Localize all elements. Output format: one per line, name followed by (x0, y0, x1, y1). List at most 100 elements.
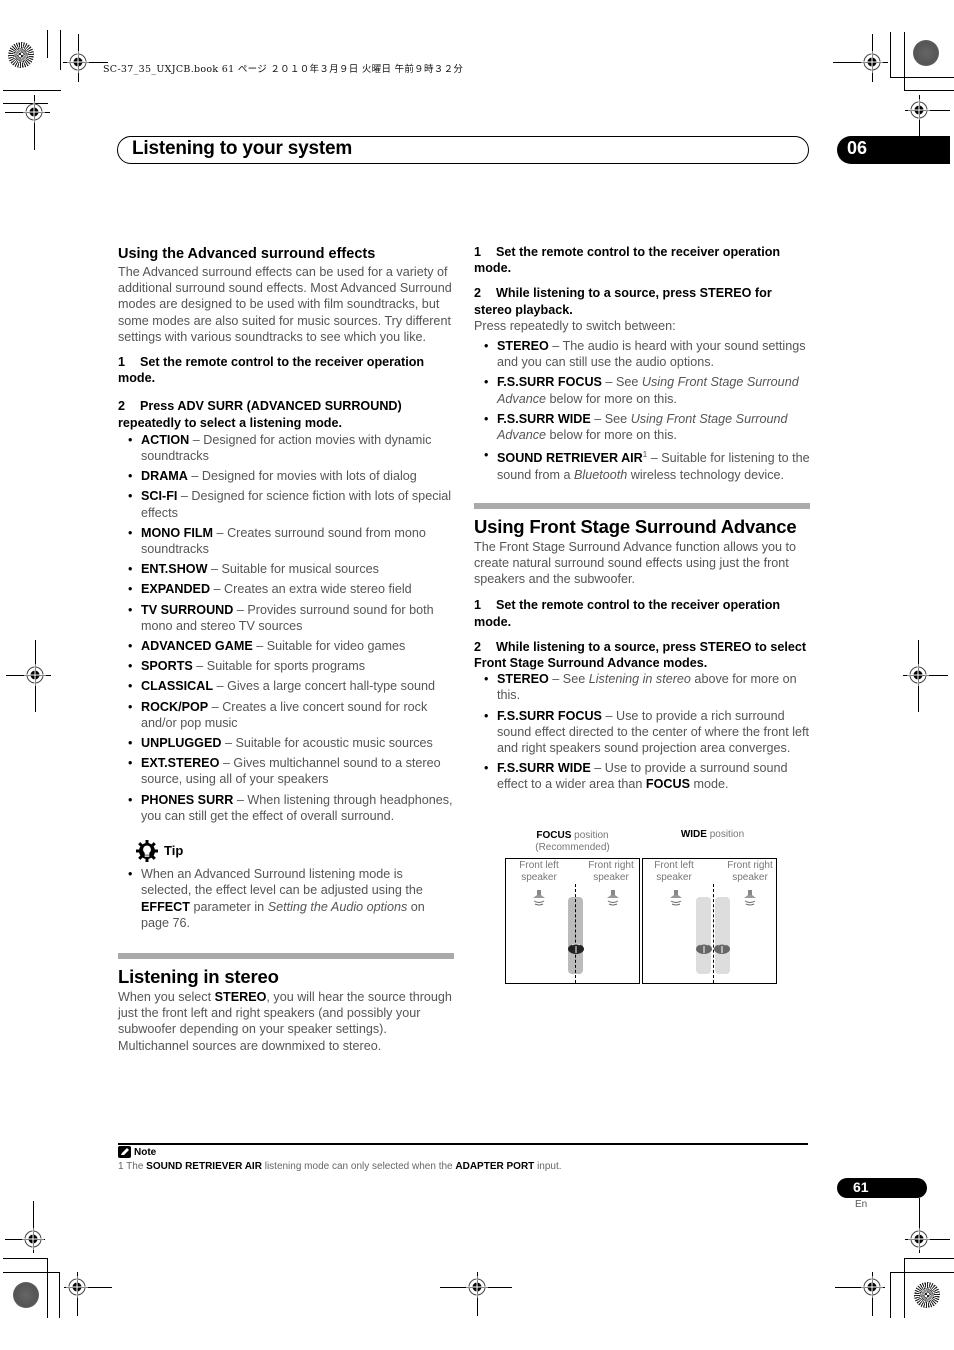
list-item: EXPANDED – Creates an extra wide stereo … (128, 581, 454, 597)
listener-head-icon (696, 943, 712, 954)
center-line (713, 884, 714, 983)
listener-head-icon (568, 943, 584, 954)
front-stage-surround-heading: Using Front Stage Surround Advance (474, 515, 797, 537)
crop-line (919, 1198, 920, 1218)
front-right-label: Front right speaker (588, 860, 634, 883)
list-item: TV SURROUND – Provides surround sound fo… (128, 602, 454, 634)
advanced-surround-intro: The Advanced surround effects can be use… (118, 265, 452, 344)
list-item: UNPLUGGED – Suitable for acoustic music … (128, 735, 454, 751)
tip-header: Tip (136, 840, 454, 863)
crop-line (47, 1258, 48, 1318)
registration-starburst (914, 1282, 940, 1308)
sound-field-bar (696, 897, 711, 974)
crop-line (3, 1258, 48, 1259)
speaker-icon (607, 890, 619, 906)
lightbulb-icon (136, 840, 158, 863)
list-item: SOUND RETRIEVER AIR1 – Suitable for list… (484, 447, 810, 483)
left-column: Using the Advanced surround effects The … (118, 244, 454, 1054)
list-item: ROCK/POP – Creates a live concert sound … (128, 699, 454, 731)
listener-head-icon (714, 943, 730, 954)
crop-line (3, 90, 61, 91)
section-divider (118, 952, 454, 959)
crop-line (890, 77, 954, 78)
fssa-mode-list: STEREO – See Listening in stereo above f… (474, 671, 810, 792)
crop-line (904, 32, 905, 90)
list-item: ADVANCED GAME – Suitable for video games (128, 638, 454, 654)
page-number: 61 (853, 1179, 869, 1195)
registration-mark (861, 1276, 883, 1298)
registration-mark (22, 1228, 44, 1250)
registration-mark (66, 1276, 88, 1298)
pencil-note-icon (118, 1146, 131, 1158)
crop-line (904, 90, 954, 91)
crop-line (890, 32, 891, 77)
footnote-text: 1 The SOUND RETRIEVER AIR listening mode… (118, 1161, 562, 1172)
crop-line (904, 1258, 905, 1318)
language-code: En (855, 1199, 868, 1210)
registration-mark (861, 51, 883, 73)
wide-caption: WIDE position (680, 829, 745, 840)
sound-field-bar (715, 897, 730, 974)
front-left-label: Front left speaker (519, 860, 559, 883)
step-1: 1 Set the remote control to the receiver … (118, 355, 425, 386)
crop-line (904, 1258, 954, 1259)
listening-in-stereo-text: When you select STEREO, you will hear th… (118, 989, 452, 1053)
cross-reference-link[interactable]: Listening in stereo (589, 672, 691, 686)
tip-item: When an Advanced Surround listening mode… (128, 866, 454, 931)
step-2: 2 While listening to a source, press STER… (474, 286, 772, 317)
registration-starburst (8, 42, 34, 68)
registration-mark (67, 51, 89, 73)
right-column: 1 Set the remote control to the receiver … (474, 244, 810, 793)
listening-in-stereo-heading: Listening in stereo (118, 965, 279, 987)
page-number-tab: 61 (837, 1178, 927, 1198)
step-1: 1 Set the remote control to the receiver … (474, 245, 781, 276)
step-1: 1 Set the remote control to the receiver … (474, 598, 781, 629)
step-2: 2 Press ADV SURR (ADVANCED SURROUND) repe… (118, 399, 402, 430)
chapter-number: 06 (847, 138, 868, 158)
front-right-label: Front right speaker (727, 860, 773, 883)
crop-line (47, 30, 48, 58)
advanced-surround-heading: Using the Advanced surround effects (118, 246, 376, 262)
list-item: STEREO – See Listening in stereo above f… (484, 671, 810, 703)
list-item: F.S.SURR WIDE – See Using Front Stage Su… (484, 411, 810, 443)
registration-mark (24, 664, 46, 686)
registration-starburst (913, 40, 939, 66)
list-item: F.S.SURR WIDE – Use to provide a surroun… (484, 760, 810, 792)
speaker-icon (670, 890, 682, 906)
chapter-tab: 06 (837, 136, 950, 164)
list-item: F.S.SURR FOCUS – See Using Front Stage S… (484, 374, 810, 406)
registration-mark (23, 101, 45, 123)
focus-panel: Front left speaker Front right speaker (505, 858, 640, 984)
section-divider (474, 502, 810, 509)
list-item: STEREO – The audio is heard with your so… (484, 338, 810, 370)
front-left-label: Front left speaker (654, 860, 694, 883)
list-item: ENT.SHOW – Suitable for musical sources (128, 561, 454, 577)
wide-panel: Front left speaker Front right speaker (642, 858, 777, 984)
registration-mark (908, 99, 930, 121)
list-item: ACTION – Designed for action movies with… (128, 432, 454, 464)
listening-mode-list: ACTION – Designed for action movies with… (118, 432, 454, 824)
center-line (575, 884, 576, 983)
list-item: DRAMA – Designed for movies with lots of… (128, 468, 454, 484)
list-item: MONO FILM – Creates surround sound from … (128, 525, 454, 557)
registration-mark (907, 664, 929, 686)
list-item: SCI-FI – Designed for science fiction wi… (128, 488, 454, 520)
crop-line (60, 30, 61, 70)
tip-list: When an Advanced Surround listening mode… (118, 866, 454, 931)
step-2: 2 While listening to a source, press STER… (474, 639, 807, 671)
note-divider (118, 1143, 808, 1145)
section-header: Listening to your system (117, 136, 809, 164)
front-stage-surround-intro: The Front Stage Surround Advance functio… (474, 539, 797, 587)
stereo-mode-list: STEREO – The audio is heard with your so… (474, 338, 810, 483)
tip-label: Tip (164, 842, 184, 858)
crop-line (890, 1272, 891, 1318)
registration-starburst (13, 1282, 39, 1308)
focus-caption: FOCUS position (Recommended) (535, 830, 610, 853)
list-item: EXT.STEREO – Gives multichannel sound to… (128, 755, 454, 787)
crop-line (59, 1272, 60, 1318)
press-repeatedly-text: Press repeatedly to switch between: (474, 318, 676, 333)
print-info: SC-37_35_UXJCB.book 61 ページ ２０１０年３月９日 火曜日… (103, 64, 464, 75)
cross-reference-link[interactable]: Setting the Audio options (268, 900, 408, 914)
crop-line (890, 1272, 954, 1273)
registration-mark (908, 1228, 930, 1250)
